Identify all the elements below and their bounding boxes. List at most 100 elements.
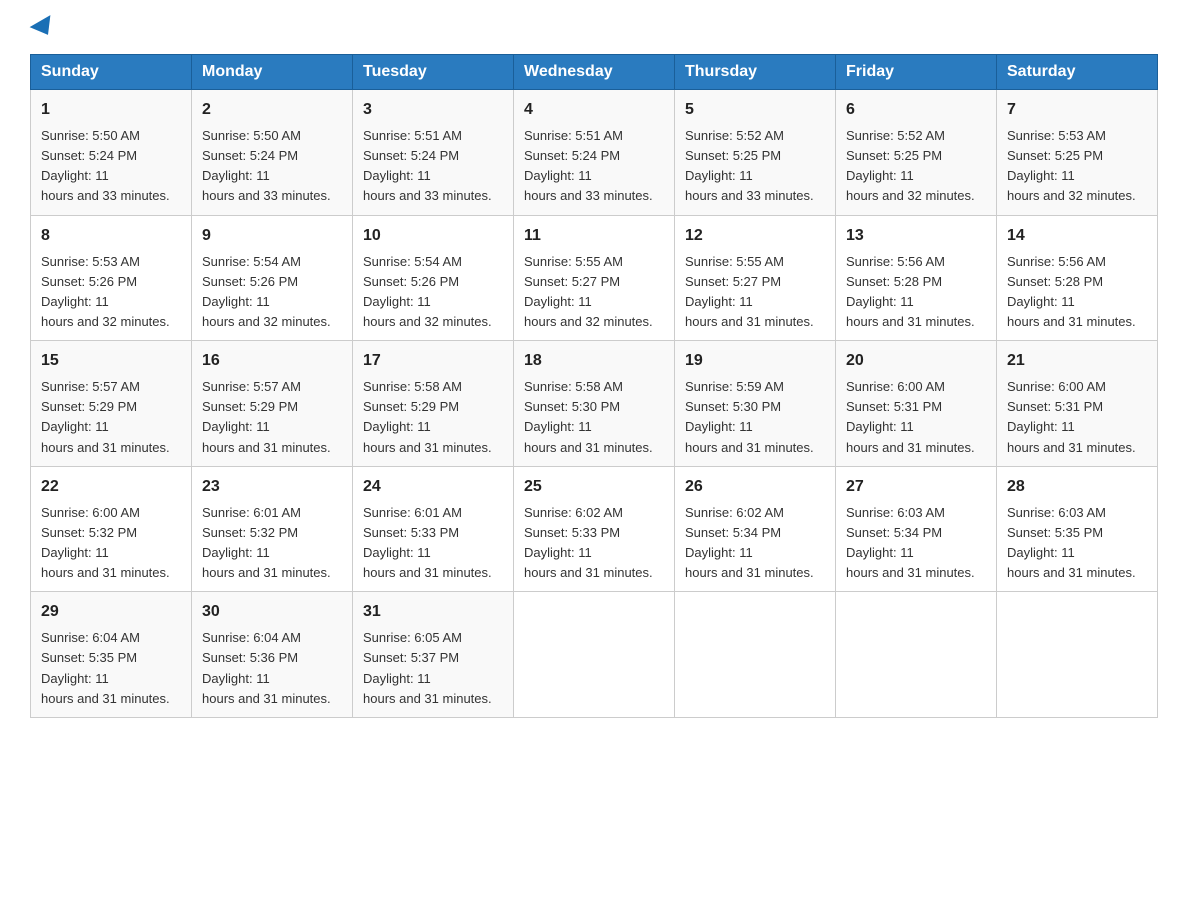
logo — [30, 20, 56, 36]
day-number: 10 — [363, 224, 503, 248]
day-number: 13 — [846, 224, 986, 248]
calendar-cell: 3 Sunrise: 5:51 AM Sunset: 5:24 PM Dayli… — [353, 90, 514, 216]
day-number: 16 — [202, 349, 342, 373]
day-info: Sunrise: 6:02 AM Sunset: 5:33 PM Dayligh… — [524, 503, 664, 584]
day-number: 30 — [202, 600, 342, 624]
day-info: Sunrise: 5:58 AM Sunset: 5:29 PM Dayligh… — [363, 377, 503, 458]
day-info: Sunrise: 5:53 AM Sunset: 5:26 PM Dayligh… — [41, 252, 181, 333]
day-info: Sunrise: 6:01 AM Sunset: 5:32 PM Dayligh… — [202, 503, 342, 584]
day-info: Sunrise: 5:50 AM Sunset: 5:24 PM Dayligh… — [202, 126, 342, 207]
day-number: 20 — [846, 349, 986, 373]
day-info: Sunrise: 5:53 AM Sunset: 5:25 PM Dayligh… — [1007, 126, 1147, 207]
day-number: 8 — [41, 224, 181, 248]
day-info: Sunrise: 5:50 AM Sunset: 5:24 PM Dayligh… — [41, 126, 181, 207]
day-info: Sunrise: 5:52 AM Sunset: 5:25 PM Dayligh… — [846, 126, 986, 207]
day-info: Sunrise: 5:55 AM Sunset: 5:27 PM Dayligh… — [524, 252, 664, 333]
day-number: 15 — [41, 349, 181, 373]
day-info: Sunrise: 6:04 AM Sunset: 5:35 PM Dayligh… — [41, 628, 181, 709]
calendar-cell: 27 Sunrise: 6:03 AM Sunset: 5:34 PM Dayl… — [836, 466, 997, 592]
calendar-cell: 9 Sunrise: 5:54 AM Sunset: 5:26 PM Dayli… — [192, 215, 353, 341]
day-number: 9 — [202, 224, 342, 248]
calendar-cell: 31 Sunrise: 6:05 AM Sunset: 5:37 PM Dayl… — [353, 592, 514, 718]
day-info: Sunrise: 6:02 AM Sunset: 5:34 PM Dayligh… — [685, 503, 825, 584]
calendar-cell: 14 Sunrise: 5:56 AM Sunset: 5:28 PM Dayl… — [997, 215, 1158, 341]
column-header-sunday: Sunday — [31, 55, 192, 90]
day-info: Sunrise: 5:56 AM Sunset: 5:28 PM Dayligh… — [846, 252, 986, 333]
day-number: 21 — [1007, 349, 1147, 373]
day-number: 4 — [524, 98, 664, 122]
calendar-cell — [675, 592, 836, 718]
day-info: Sunrise: 6:00 AM Sunset: 5:31 PM Dayligh… — [1007, 377, 1147, 458]
calendar-cell: 22 Sunrise: 6:00 AM Sunset: 5:32 PM Dayl… — [31, 466, 192, 592]
day-number: 5 — [685, 98, 825, 122]
day-number: 11 — [524, 224, 664, 248]
calendar-cell: 4 Sunrise: 5:51 AM Sunset: 5:24 PM Dayli… — [514, 90, 675, 216]
calendar-week-4: 22 Sunrise: 6:00 AM Sunset: 5:32 PM Dayl… — [31, 466, 1158, 592]
day-info: Sunrise: 5:52 AM Sunset: 5:25 PM Dayligh… — [685, 126, 825, 207]
calendar-week-5: 29 Sunrise: 6:04 AM Sunset: 5:35 PM Dayl… — [31, 592, 1158, 718]
page-header — [30, 20, 1158, 36]
calendar-cell: 2 Sunrise: 5:50 AM Sunset: 5:24 PM Dayli… — [192, 90, 353, 216]
calendar-week-2: 8 Sunrise: 5:53 AM Sunset: 5:26 PM Dayli… — [31, 215, 1158, 341]
day-info: Sunrise: 5:51 AM Sunset: 5:24 PM Dayligh… — [363, 126, 503, 207]
calendar-cell: 26 Sunrise: 6:02 AM Sunset: 5:34 PM Dayl… — [675, 466, 836, 592]
column-header-saturday: Saturday — [997, 55, 1158, 90]
day-number: 1 — [41, 98, 181, 122]
day-info: Sunrise: 6:05 AM Sunset: 5:37 PM Dayligh… — [363, 628, 503, 709]
day-number: 3 — [363, 98, 503, 122]
day-info: Sunrise: 5:54 AM Sunset: 5:26 PM Dayligh… — [202, 252, 342, 333]
calendar-cell: 23 Sunrise: 6:01 AM Sunset: 5:32 PM Dayl… — [192, 466, 353, 592]
calendar-cell: 17 Sunrise: 5:58 AM Sunset: 5:29 PM Dayl… — [353, 341, 514, 467]
logo-triangle-icon — [30, 15, 59, 41]
calendar-cell: 24 Sunrise: 6:01 AM Sunset: 5:33 PM Dayl… — [353, 466, 514, 592]
day-info: Sunrise: 5:55 AM Sunset: 5:27 PM Dayligh… — [685, 252, 825, 333]
day-info: Sunrise: 6:03 AM Sunset: 5:34 PM Dayligh… — [846, 503, 986, 584]
calendar-cell — [514, 592, 675, 718]
day-number: 19 — [685, 349, 825, 373]
day-number: 7 — [1007, 98, 1147, 122]
day-number: 17 — [363, 349, 503, 373]
calendar-cell — [997, 592, 1158, 718]
calendar-week-1: 1 Sunrise: 5:50 AM Sunset: 5:24 PM Dayli… — [31, 90, 1158, 216]
column-header-thursday: Thursday — [675, 55, 836, 90]
calendar-cell: 29 Sunrise: 6:04 AM Sunset: 5:35 PM Dayl… — [31, 592, 192, 718]
day-info: Sunrise: 5:58 AM Sunset: 5:30 PM Dayligh… — [524, 377, 664, 458]
calendar-cell: 16 Sunrise: 5:57 AM Sunset: 5:29 PM Dayl… — [192, 341, 353, 467]
calendar-cell: 20 Sunrise: 6:00 AM Sunset: 5:31 PM Dayl… — [836, 341, 997, 467]
calendar-cell: 15 Sunrise: 5:57 AM Sunset: 5:29 PM Dayl… — [31, 341, 192, 467]
calendar-cell: 19 Sunrise: 5:59 AM Sunset: 5:30 PM Dayl… — [675, 341, 836, 467]
calendar-cell: 21 Sunrise: 6:00 AM Sunset: 5:31 PM Dayl… — [997, 341, 1158, 467]
calendar-cell: 18 Sunrise: 5:58 AM Sunset: 5:30 PM Dayl… — [514, 341, 675, 467]
day-info: Sunrise: 5:56 AM Sunset: 5:28 PM Dayligh… — [1007, 252, 1147, 333]
day-number: 22 — [41, 475, 181, 499]
calendar-cell: 28 Sunrise: 6:03 AM Sunset: 5:35 PM Dayl… — [997, 466, 1158, 592]
day-number: 31 — [363, 600, 503, 624]
day-number: 2 — [202, 98, 342, 122]
day-number: 14 — [1007, 224, 1147, 248]
column-header-friday: Friday — [836, 55, 997, 90]
column-header-monday: Monday — [192, 55, 353, 90]
day-info: Sunrise: 5:51 AM Sunset: 5:24 PM Dayligh… — [524, 126, 664, 207]
calendar-cell: 1 Sunrise: 5:50 AM Sunset: 5:24 PM Dayli… — [31, 90, 192, 216]
day-number: 25 — [524, 475, 664, 499]
column-header-tuesday: Tuesday — [353, 55, 514, 90]
day-number: 18 — [524, 349, 664, 373]
day-number: 6 — [846, 98, 986, 122]
day-number: 28 — [1007, 475, 1147, 499]
calendar-cell: 30 Sunrise: 6:04 AM Sunset: 5:36 PM Dayl… — [192, 592, 353, 718]
calendar-header-row: SundayMondayTuesdayWednesdayThursdayFrid… — [31, 55, 1158, 90]
column-header-wednesday: Wednesday — [514, 55, 675, 90]
calendar-cell: 6 Sunrise: 5:52 AM Sunset: 5:25 PM Dayli… — [836, 90, 997, 216]
calendar-cell: 10 Sunrise: 5:54 AM Sunset: 5:26 PM Dayl… — [353, 215, 514, 341]
calendar-cell: 8 Sunrise: 5:53 AM Sunset: 5:26 PM Dayli… — [31, 215, 192, 341]
day-info: Sunrise: 5:59 AM Sunset: 5:30 PM Dayligh… — [685, 377, 825, 458]
day-info: Sunrise: 5:57 AM Sunset: 5:29 PM Dayligh… — [41, 377, 181, 458]
day-number: 27 — [846, 475, 986, 499]
calendar-cell: 5 Sunrise: 5:52 AM Sunset: 5:25 PM Dayli… — [675, 90, 836, 216]
day-info: Sunrise: 6:03 AM Sunset: 5:35 PM Dayligh… — [1007, 503, 1147, 584]
calendar-cell — [836, 592, 997, 718]
day-number: 23 — [202, 475, 342, 499]
day-number: 24 — [363, 475, 503, 499]
day-number: 12 — [685, 224, 825, 248]
calendar-cell: 7 Sunrise: 5:53 AM Sunset: 5:25 PM Dayli… — [997, 90, 1158, 216]
